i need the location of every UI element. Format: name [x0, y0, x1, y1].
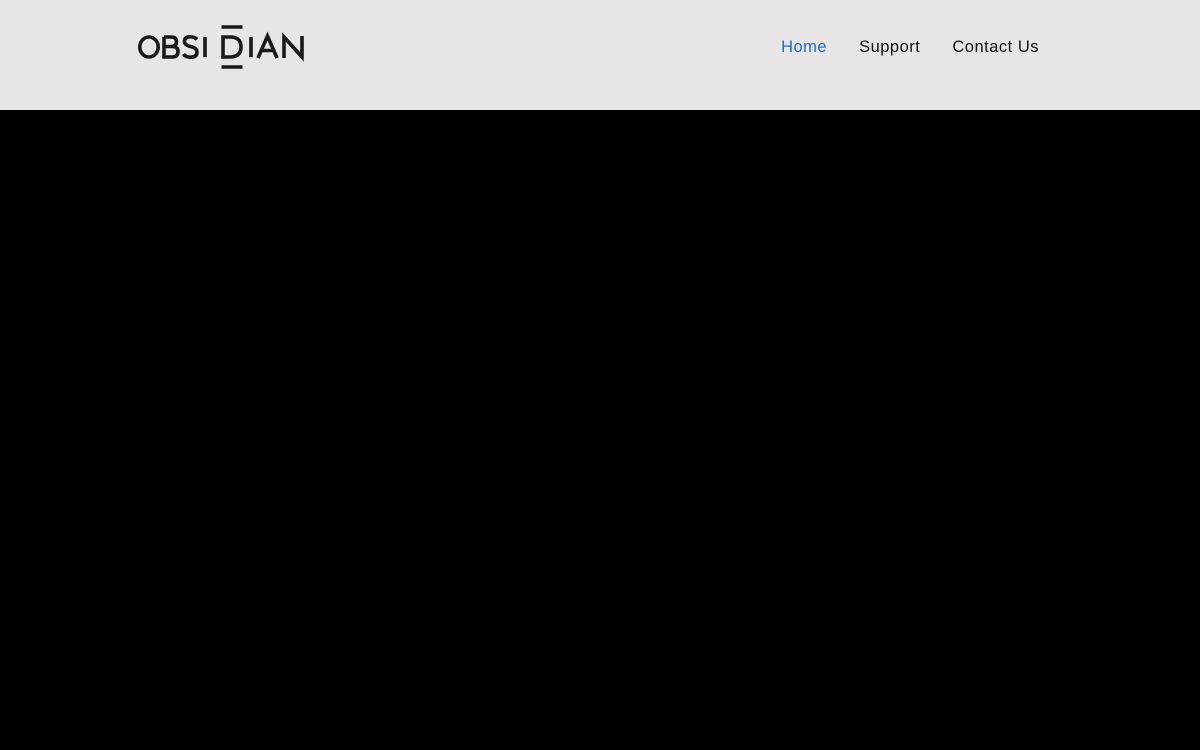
- nav-link-home[interactable]: Home: [781, 37, 827, 57]
- site-header: Home Support Contact Us: [0, 0, 1200, 110]
- nav-link-support[interactable]: Support: [859, 37, 920, 57]
- obsidian-wordmark-icon: [138, 25, 304, 69]
- nav-link-contact-us[interactable]: Contact Us: [952, 37, 1039, 57]
- hero-banner: [0, 110, 1200, 750]
- main-nav: Home Support Contact Us: [781, 37, 1039, 57]
- obsidian-logo[interactable]: [138, 25, 308, 69]
